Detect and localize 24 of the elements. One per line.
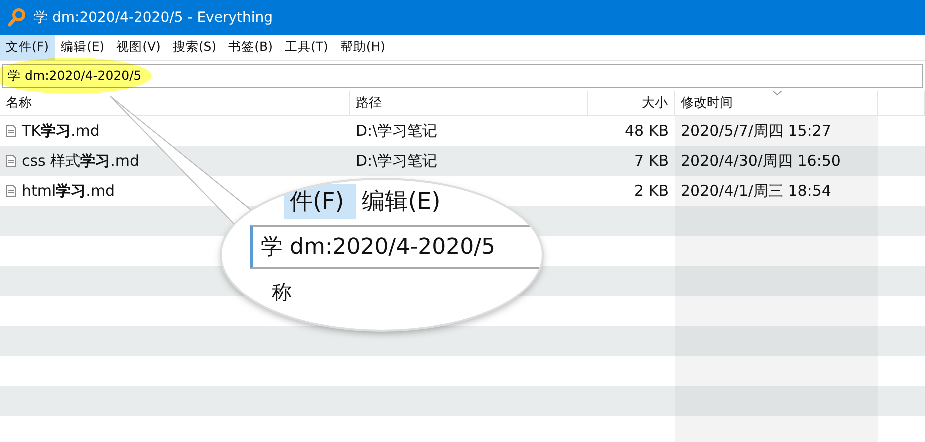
menu-item[interactable]: 搜索(S) [166, 35, 223, 60]
menu-item[interactable]: 文件(F) [0, 35, 55, 60]
menu-item[interactable]: 书签(B) [222, 35, 279, 60]
table-cell [878, 146, 925, 176]
file-name: css 样式学习.md [22, 152, 140, 170]
menu-item[interactable]: 工具(T) [278, 35, 334, 60]
table-cell: 7 KB [588, 146, 675, 176]
file-icon [6, 185, 16, 197]
menu-item[interactable]: 编辑(E) [54, 35, 111, 60]
table-cell: 2020/5/7/周四 15:27 [675, 116, 878, 146]
file-icon [6, 155, 16, 167]
table-cell: D:\学习笔记 [350, 146, 588, 176]
table-cell: 2020/4/1/周三 18:54 [675, 176, 878, 206]
menu-item[interactable]: 帮助(H) [334, 35, 392, 60]
menu-item[interactable]: 视图(V) [110, 35, 167, 60]
sort-caret-icon [773, 91, 782, 96]
window-title: 学 dm:2020/4-2020/5 - Everything [34, 8, 273, 26]
file-icon [6, 125, 16, 137]
file-name: html学习.md [22, 182, 116, 200]
file-name: TK学习.md [22, 122, 100, 140]
search-field[interactable]: 学 dm:2020/4-2020/5 [2, 64, 923, 88]
magnifier-logo-icon [8, 8, 26, 28]
table-cell: 2020/4/30/周四 16:50 [675, 146, 878, 176]
magnified-column-header: 称 [272, 279, 293, 306]
